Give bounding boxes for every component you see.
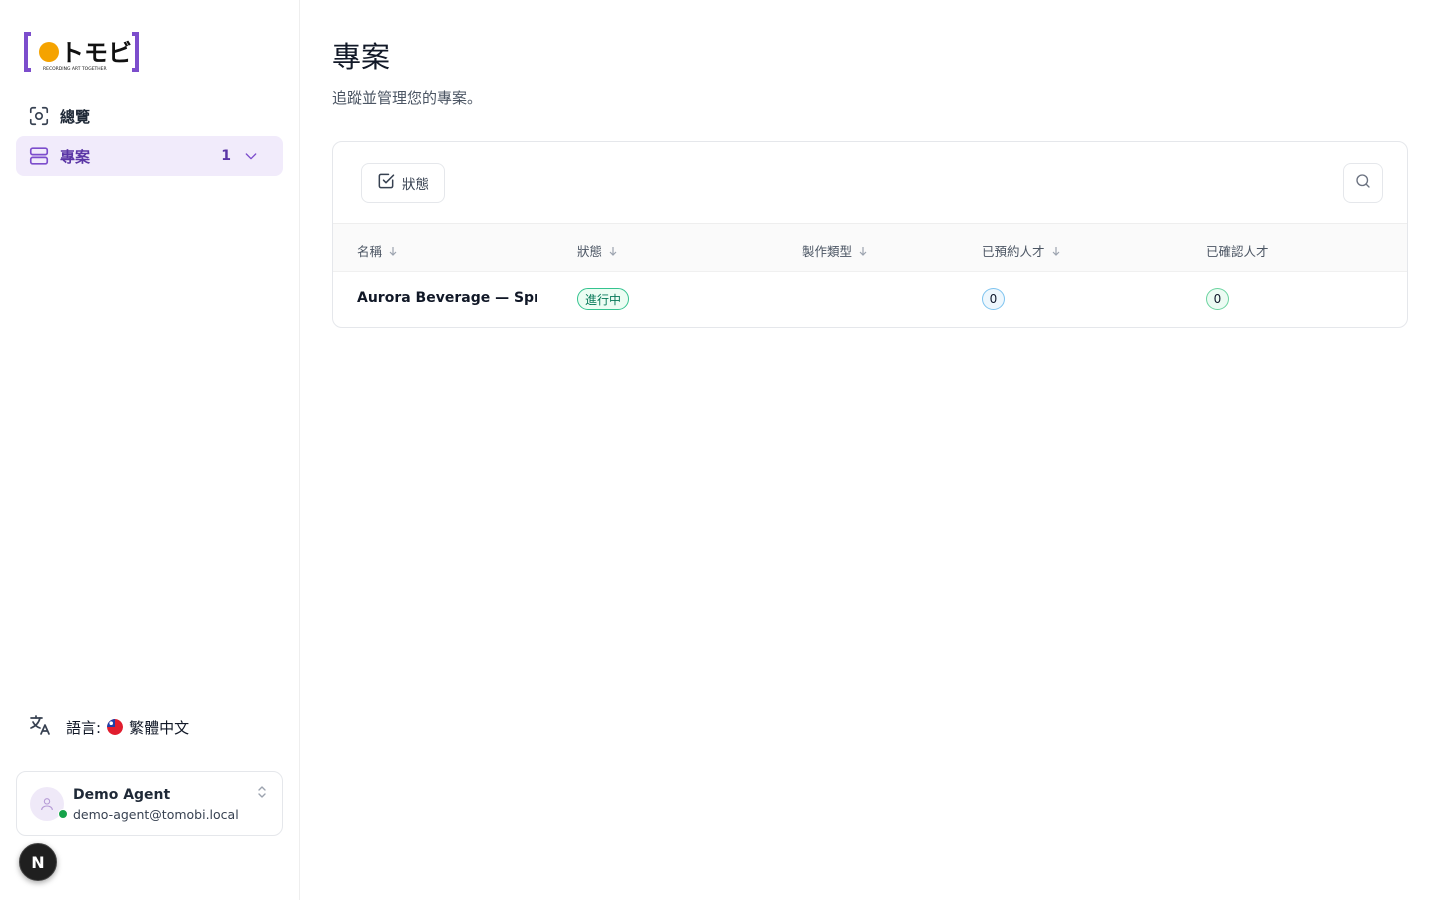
arrow-down-icon (859, 246, 867, 256)
sidebar-item-label: 總覽 (60, 107, 91, 126)
rows-icon (28, 145, 50, 167)
projects-table-panel: 狀態 名稱 狀態 製作類型 已預約人才 已確認人才 Aurora Beverag… (332, 141, 1408, 328)
column-label: 已預約人才 (982, 244, 1045, 259)
brand-logo[interactable]: トモビ RECORDING ART TOGETHER (24, 32, 140, 72)
project-count-badge: 1 (221, 148, 231, 164)
column-header-production-type[interactable]: 製作類型 (802, 241, 868, 260)
chevron-down-icon[interactable] (243, 148, 259, 164)
dev-tools-badge[interactable]: N (19, 843, 57, 881)
column-header-status[interactable]: 狀態 (577, 241, 618, 260)
translate-icon (28, 713, 52, 741)
taiwan-flag-icon (107, 719, 124, 735)
status-badge: 進行中 (577, 288, 630, 310)
booked-talent-count: 0 (982, 288, 1005, 310)
language-value: 繁體中文 (129, 718, 190, 737)
language-label: 語言: (66, 718, 102, 737)
table-row[interactable]: Aurora Beverage — Spr... 進行中 0 0 (333, 272, 1407, 327)
checkbox-icon (376, 171, 396, 195)
page-title: 專案 (332, 40, 391, 74)
column-label: 狀態 (577, 244, 603, 259)
table-header: 名稱 狀態 製作類型 已預約人才 已確認人才 (333, 223, 1407, 272)
confirmed-talent-count: 0 (1206, 288, 1229, 310)
column-header-name[interactable]: 名稱 (357, 241, 398, 260)
svg-text:RECORDING ART TOGETHER: RECORDING ART TOGETHER (43, 66, 107, 72)
arrow-down-icon (1052, 246, 1059, 256)
status-filter-button[interactable]: 狀態 (361, 163, 445, 203)
search-icon (1354, 172, 1372, 194)
status-filter-label: 狀態 (402, 177, 429, 193)
language-switcher[interactable]: 語言: 繁體中文 (28, 714, 189, 740)
column-label: 已確認人才 (1206, 244, 1269, 259)
scan-eye-icon (28, 105, 50, 127)
arrow-down-icon (389, 246, 397, 256)
online-status-dot (58, 809, 68, 819)
column-header-confirmed-talent[interactable]: 已確認人才 (1206, 241, 1269, 260)
svg-text:トモビ: トモビ (60, 39, 132, 67)
column-header-booked-talent[interactable]: 已預約人才 (982, 241, 1061, 260)
sidebar-item-overview[interactable]: 總覽 (16, 96, 283, 136)
search-button[interactable] (1343, 163, 1383, 203)
arrow-down-icon (609, 246, 617, 256)
chevrons-up-down-icon (256, 784, 268, 800)
user-menu[interactable]: Demo Agent demo-agent@tomobi.local (16, 771, 283, 836)
user-name: Demo Agent (73, 787, 171, 803)
sidebar-item-projects[interactable]: 專案 1 (16, 136, 283, 176)
page-subtitle: 追蹤並管理您的專案。 (332, 89, 483, 107)
column-label: 名稱 (357, 244, 383, 259)
sidebar-item-label: 專案 (60, 147, 91, 166)
project-name-cell[interactable]: Aurora Beverage — Spr... (357, 290, 537, 306)
sidebar: トモビ RECORDING ART TOGETHER 總覽 專案 1 語言: 繁… (0, 0, 300, 900)
column-label: 製作類型 (802, 244, 853, 259)
logo-graphic: トモビ RECORDING ART TOGETHER (24, 32, 139, 72)
user-email: demo-agent@tomobi.local (73, 807, 239, 822)
